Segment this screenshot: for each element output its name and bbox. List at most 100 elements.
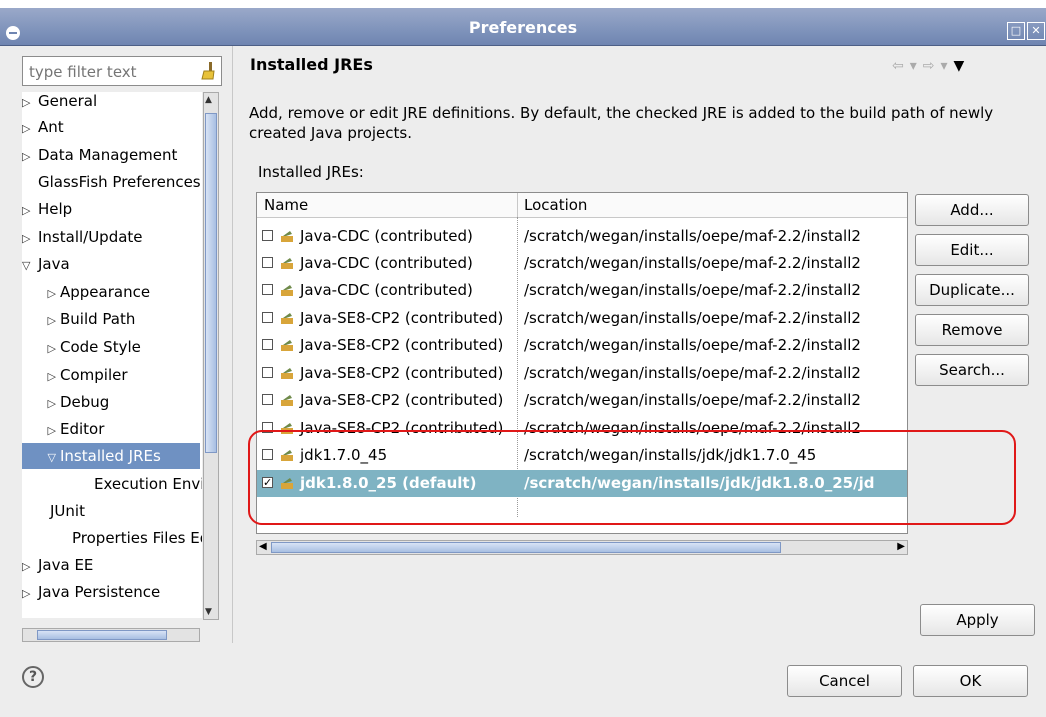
expand-icon[interactable]: ▷ — [22, 144, 38, 170]
jre-checkbox[interactable] — [262, 312, 273, 323]
duplicate-button[interactable]: Duplicate... — [915, 274, 1029, 306]
tree-item-properties-files-editor[interactable]: Properties Files Editor — [72, 525, 202, 551]
tree-item-editor[interactable]: ▷ Editor — [22, 416, 105, 444]
edit-button[interactable]: Edit... — [915, 234, 1029, 266]
remove-button[interactable]: Remove — [915, 314, 1029, 346]
jre-checkbox[interactable] — [262, 394, 273, 405]
expand-icon[interactable]: ▷ — [22, 391, 60, 417]
tree-item-java-ee[interactable]: ▷ Java EE — [22, 552, 93, 578]
scrollbar-thumb[interactable] — [205, 113, 217, 453]
scrollbar-thumb[interactable] — [271, 542, 781, 553]
tree-item-execution-environments[interactable]: Execution Environments — [94, 471, 202, 497]
tree-item-label: GlassFish Preferences — [38, 173, 201, 191]
search-button[interactable]: Search... — [915, 354, 1029, 386]
jre-checkbox[interactable] — [262, 339, 273, 350]
tree-item-compiler[interactable]: ▷ Compiler — [22, 362, 128, 388]
back-icon[interactable]: ⇦ — [892, 58, 910, 74]
apply-button[interactable]: Apply — [920, 604, 1035, 636]
ok-button[interactable]: OK — [913, 665, 1028, 697]
expand-icon[interactable]: ▷ — [22, 308, 60, 334]
table-row[interactable]: Java-SE8-CP2 (contributed) /scratch/wega… — [257, 387, 907, 414]
tree-item-label: Java — [38, 255, 70, 273]
tree-item-java[interactable]: ▽ Java — [22, 251, 70, 277]
tree-item-junit[interactable]: JUnit — [50, 498, 85, 524]
tree-horizontal-scrollbar[interactable] — [22, 628, 200, 642]
help-icon[interactable]: ? — [22, 666, 44, 688]
tree-item-label: Editor — [60, 420, 105, 438]
tree-item-label: JUnit — [50, 502, 85, 520]
expand-icon[interactable]: ▷ — [22, 364, 60, 390]
tree-item-general[interactable]: ▷ General — [22, 92, 97, 114]
table-row[interactable]: Java-CDC (contributed) /scratch/wegan/in… — [257, 223, 907, 250]
forward-icon[interactable]: ⇨ — [923, 58, 941, 74]
view-menu-icon[interactable]: ▼ — [954, 58, 971, 74]
title-bar: Preferences □ ✕ — [0, 8, 1046, 46]
clear-filter-icon[interactable] — [201, 62, 215, 80]
expand-icon[interactable]: ▷ — [22, 418, 60, 444]
jre-checkbox[interactable] — [262, 230, 273, 241]
expand-icon[interactable]: ▷ — [22, 581, 38, 607]
tree-item-label: Install/Update — [38, 228, 143, 246]
expand-icon[interactable]: ▷ — [22, 554, 38, 580]
jre-location: /scratch/wegan/installs/oepe/maf-2.2/ins… — [524, 281, 861, 299]
tree-item-glassfish[interactable]: GlassFish Preferences — [22, 169, 201, 195]
expand-icon[interactable]: ▷ — [22, 116, 38, 142]
tree-item-install-update[interactable]: ▷ Install/Update — [22, 224, 143, 250]
table-header: Name Location — [257, 193, 907, 218]
jre-library-icon — [281, 313, 293, 324]
scroll-down-icon[interactable]: ▼ — [205, 607, 212, 617]
jre-name: Java-SE8-CP2 (contributed) — [300, 309, 504, 327]
window-title: Preferences — [468, 18, 578, 37]
scroll-up-icon[interactable]: ▲ — [205, 95, 212, 105]
tree-item-debug[interactable]: ▷ Debug — [22, 389, 110, 417]
close-icon[interactable]: ✕ — [1027, 22, 1045, 40]
scroll-right-icon[interactable]: ▶ — [897, 541, 905, 552]
jre-library-icon — [281, 395, 293, 406]
page-description: Add, remove or edit JRE definitions. By … — [249, 104, 994, 142]
table-row[interactable]: Java-CDC (contributed) /scratch/wegan/in… — [257, 277, 907, 304]
jre-checkbox[interactable] — [262, 284, 273, 295]
tree-item-data-management[interactable]: ▷ Data Management — [22, 142, 177, 168]
expand-icon[interactable]: ▷ — [22, 226, 38, 252]
jre-location: /scratch/wegan/installs/oepe/maf-2.2/ins… — [524, 391, 861, 409]
table-row[interactable]: Java-SE8-CP2 (contributed) /scratch/wega… — [257, 305, 907, 332]
tree-item-help[interactable]: ▷ Help — [22, 196, 72, 222]
collapse-icon[interactable]: ▽ — [22, 253, 38, 279]
scroll-left-icon[interactable]: ◀ — [259, 541, 267, 552]
jre-name: Java-SE8-CP2 (contributed) — [300, 364, 504, 382]
filter-input[interactable] — [27, 58, 191, 86]
column-separator[interactable] — [517, 193, 518, 217]
tree-item-code-style[interactable]: ▷ Code Style — [22, 334, 141, 360]
forward-menu-icon[interactable]: ▾ — [941, 58, 954, 74]
tree-item-appearance[interactable]: ▷ Appearance — [22, 279, 151, 307]
table-row[interactable]: Java-CDC (contributed) /scratch/wegan/in… — [257, 250, 907, 277]
table-horizontal-scrollbar[interactable]: ◀ ▶ — [256, 540, 908, 555]
jre-checkbox[interactable] — [262, 257, 273, 268]
column-header-location[interactable]: Location — [524, 196, 587, 214]
preference-tree[interactable]: ▷ General ▷ Ant ▷ Data Management GlassFish… — [22, 92, 202, 618]
tree-item-build-path[interactable]: ▷ Build Path — [22, 306, 136, 334]
jre-checkbox[interactable] — [262, 367, 273, 378]
preference-tree-pane: ▷General ▷Ant ▷Data Management GlassFish… — [0, 46, 233, 643]
add-button[interactable]: Add... — [915, 194, 1029, 226]
tree-item-java-persistence[interactable]: ▷ Java Persistence — [22, 579, 160, 605]
top-strip — [0, 0, 1046, 8]
expand-icon[interactable]: ▷ — [22, 281, 60, 307]
cancel-button[interactable]: Cancel — [787, 665, 902, 697]
expand-icon[interactable]: ▷ — [22, 336, 60, 362]
jre-location: /scratch/wegan/installs/oepe/maf-2.2/ins… — [524, 336, 861, 354]
table-row[interactable]: Java-SE8-CP2 (contributed) /scratch/wega… — [257, 332, 907, 359]
expand-icon[interactable]: ▷ — [22, 92, 38, 116]
scrollbar-thumb[interactable] — [37, 630, 167, 640]
tree-item-installed-jres[interactable]: ▽ Installed JREs — [22, 443, 200, 469]
tree-item-label: Build Path — [60, 310, 136, 328]
tree-vertical-scrollbar[interactable]: ▲ ▼ — [203, 92, 219, 620]
maximize-icon[interactable]: □ — [1007, 22, 1025, 40]
jre-library-icon — [281, 231, 293, 242]
tree-item-ant[interactable]: ▷ Ant — [22, 114, 64, 140]
collapse-icon[interactable]: ▽ — [22, 445, 60, 471]
column-header-name[interactable]: Name — [264, 196, 308, 214]
expand-icon[interactable]: ▷ — [22, 198, 38, 224]
back-menu-icon[interactable]: ▾ — [910, 58, 923, 74]
table-row[interactable]: Java-SE8-CP2 (contributed) /scratch/wega… — [257, 360, 907, 387]
